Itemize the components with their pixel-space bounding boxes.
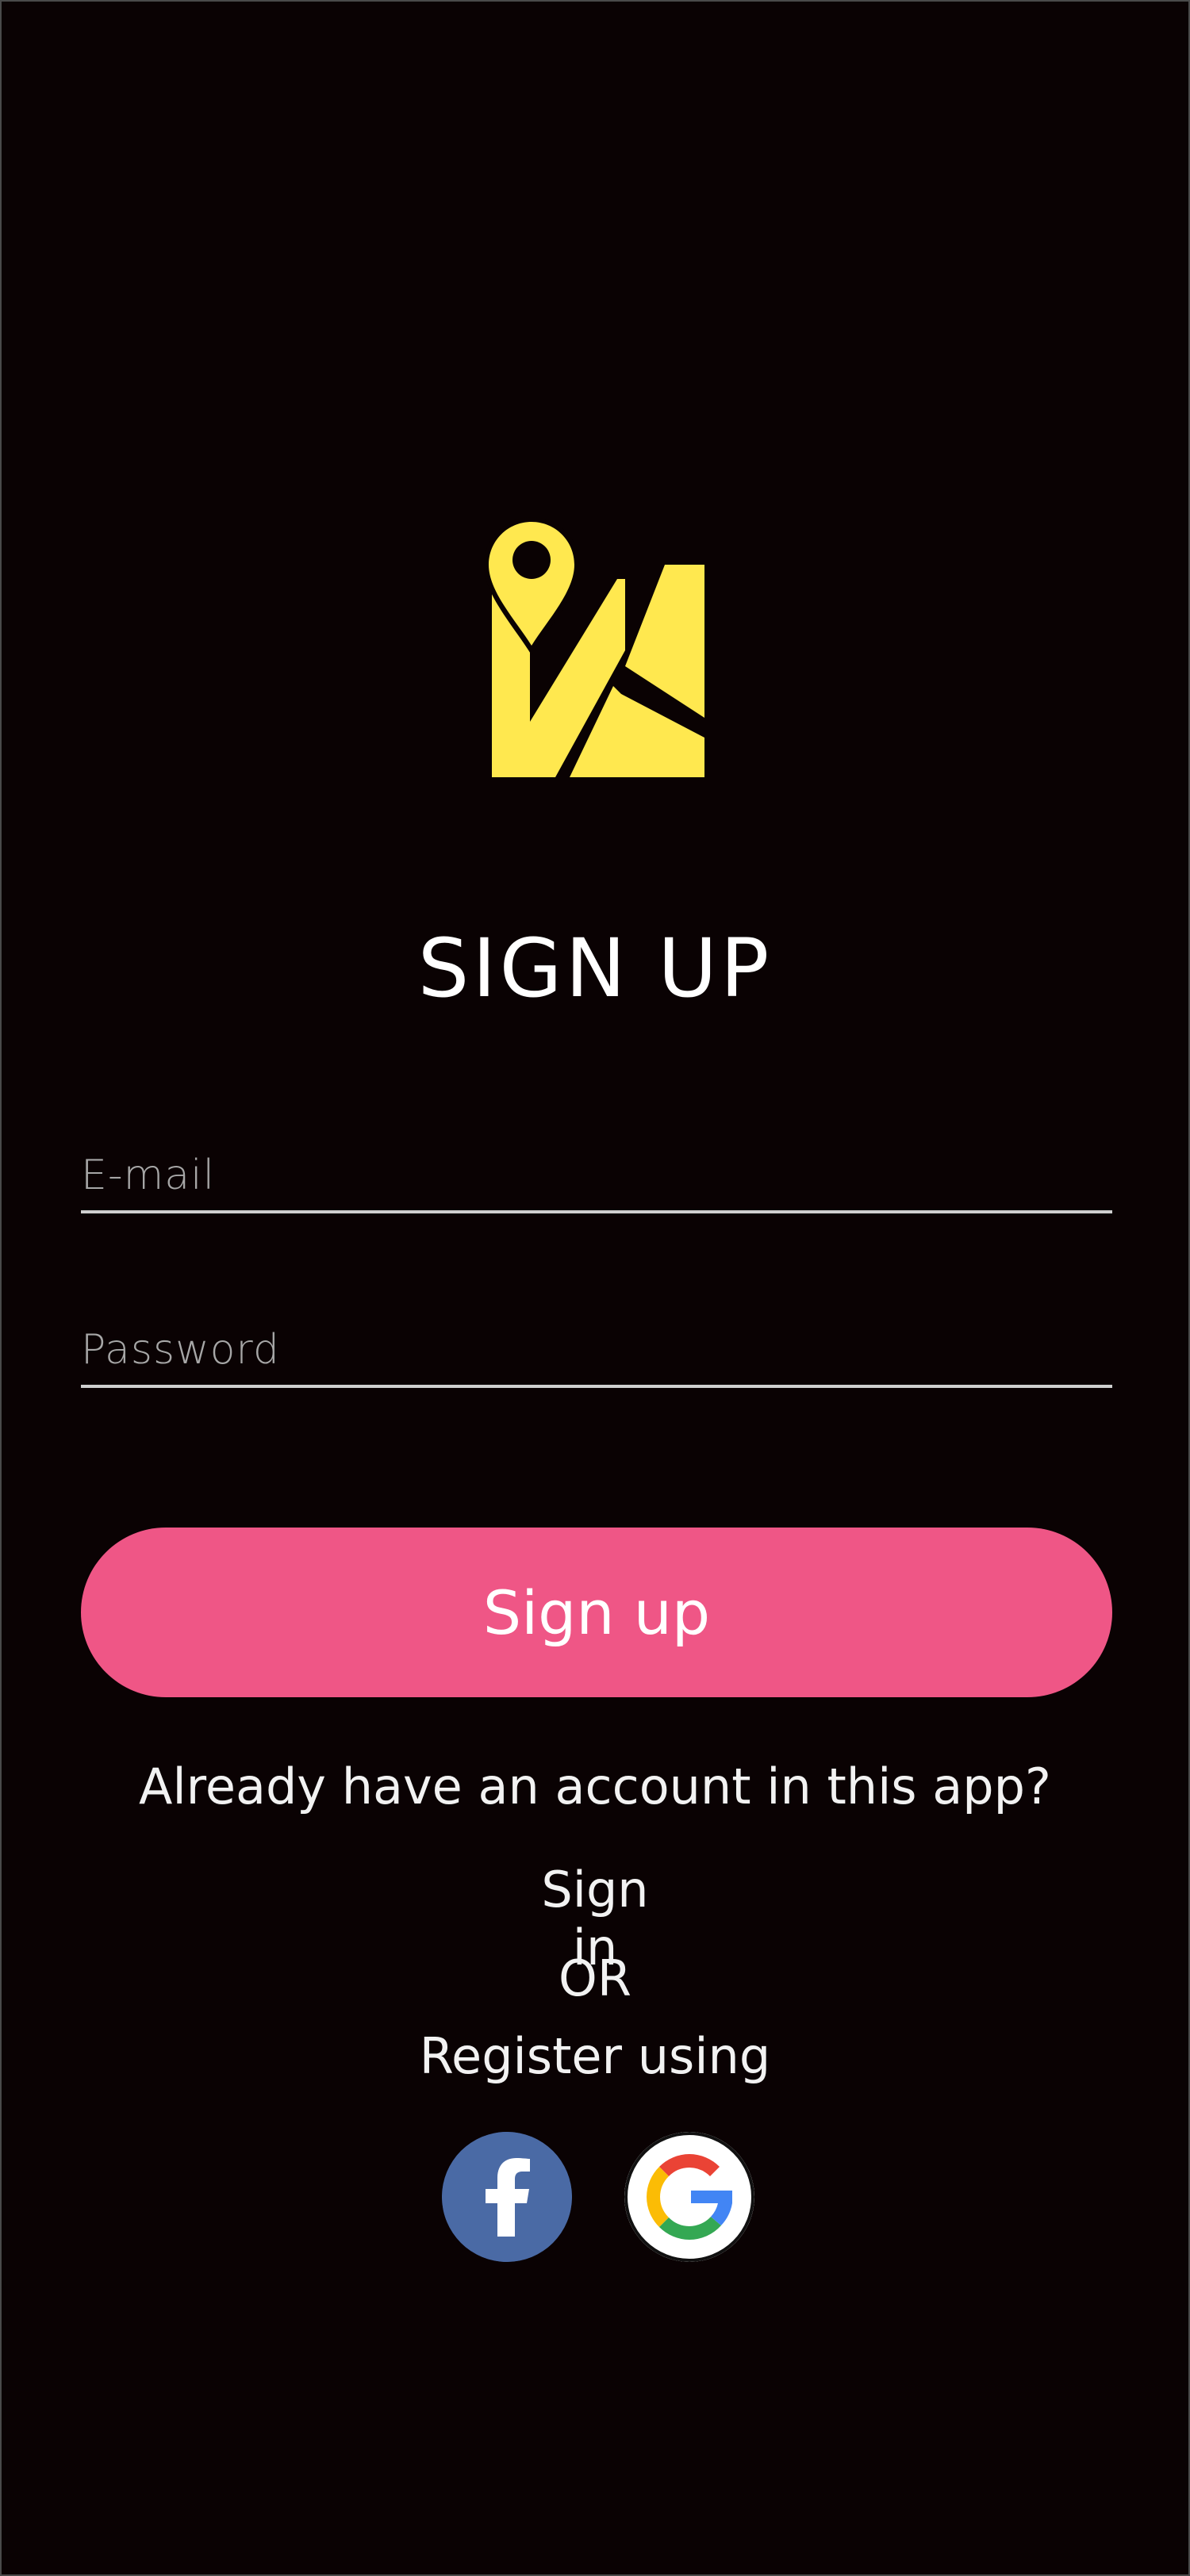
password-field[interactable] [81,1326,1112,1374]
sign-up-button[interactable]: Sign up [81,1528,1112,1697]
app-screen: SIGN UP Sign up Already have an account … [0,0,1190,2576]
already-have-account-text: Already have an account in this app? [139,1758,1051,1815]
email-field[interactable] [81,1152,1112,1199]
google-icon [624,2132,754,2262]
facebook-login-button[interactable] [442,2132,572,2262]
or-divider-text: OR [559,1949,631,2007]
google-login-button[interactable] [624,2132,754,2262]
password-field-wrapper [81,1321,1112,1388]
email-field-wrapper [81,1147,1112,1213]
facebook-icon [442,2132,572,2262]
map-pin-logo-icon [482,516,709,784]
register-using-text: Register using [419,2027,771,2085]
page-title: SIGN UP [417,922,773,1016]
